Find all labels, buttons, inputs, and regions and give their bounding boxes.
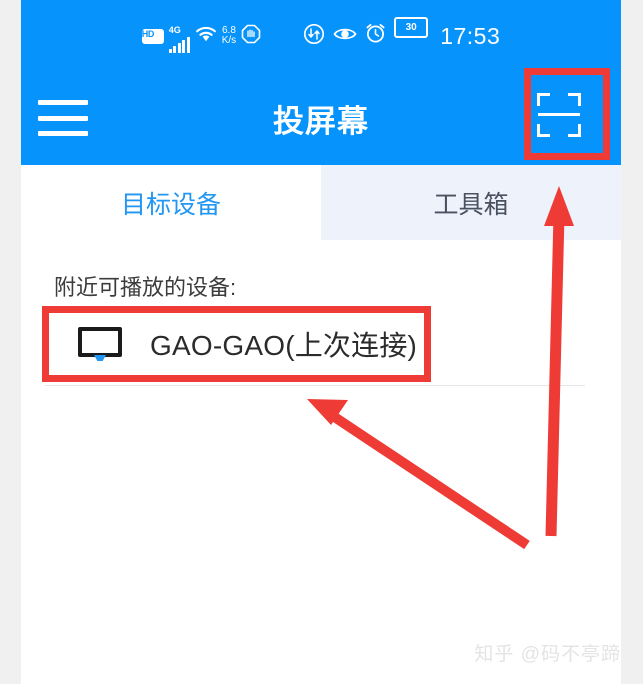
data-sync-icon bbox=[303, 23, 325, 50]
tab-bar: 目标设备 工具箱 bbox=[21, 165, 621, 240]
status-bar: HD 4G 6.8 K/s 30 17:53 bbox=[21, 0, 621, 72]
qr-scan-button[interactable] bbox=[524, 80, 594, 150]
signal-strength-bars bbox=[168, 36, 190, 53]
alarm-clock-icon bbox=[365, 23, 386, 49]
app-bar: 投屏幕 bbox=[21, 72, 621, 165]
status-bar-clock: 17:53 bbox=[440, 22, 501, 49]
network-type-label: 4G bbox=[168, 24, 181, 35]
list-divider bbox=[45, 385, 585, 386]
tab-target-devices[interactable]: 目标设备 bbox=[21, 165, 321, 240]
device-list-item[interactable]: GAO-GAO(上次连接) bbox=[45, 313, 597, 375]
nearby-devices-label: 附近可播放的设备: bbox=[54, 275, 237, 300]
device-name-label: GAO-GAO(上次连接) bbox=[150, 330, 418, 361]
tv-screen bbox=[78, 327, 122, 357]
content-panel: 附近可播放的设备: GAO-GAO(上次连接) bbox=[21, 240, 621, 684]
phone-screen: HD 4G 6.8 K/s 30 17:53 投屏幕 目标设备 工具箱 附近可播… bbox=[21, 0, 621, 684]
status-bar-left-icons: HD 4G 6.8 K/s bbox=[141, 20, 261, 53]
eye-care-icon bbox=[333, 25, 357, 48]
status-bar-right-icons: 30 17:53 bbox=[303, 16, 501, 56]
hd-badge-icon: HD bbox=[141, 28, 164, 44]
network-speed-unit: K/s bbox=[221, 35, 237, 46]
tv-stand bbox=[94, 355, 106, 361]
watermark: 知乎 @码不亭蹄 bbox=[474, 644, 621, 665]
qr-scan-icon bbox=[537, 93, 581, 137]
wifi-icon bbox=[195, 25, 217, 48]
tv-monitor-icon bbox=[78, 327, 122, 361]
network-speed-icon: 6.8 K/s bbox=[222, 26, 236, 46]
tab-toolbox[interactable]: 工具箱 bbox=[321, 165, 621, 240]
signal-bars-icon: 4G bbox=[168, 20, 190, 53]
do-not-disturb-icon bbox=[241, 24, 261, 49]
battery-level-label: 30 bbox=[394, 16, 429, 38]
battery-icon: 30 bbox=[394, 16, 429, 56]
